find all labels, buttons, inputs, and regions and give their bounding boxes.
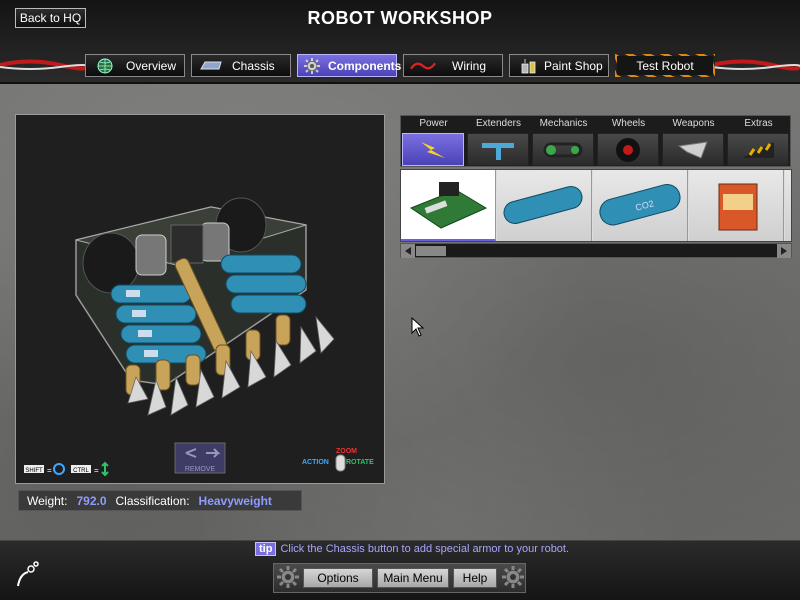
tab-wiring[interactable]: Wiring: [403, 54, 503, 77]
tip-bar: tip Click the Chassis button to add spec…: [255, 541, 569, 557]
cable-left-decoration: [0, 59, 90, 71]
category-weapons[interactable]: Weapons: [661, 116, 726, 168]
item-circuit-board[interactable]: [401, 170, 496, 241]
robot-model[interactable]: SHIFT = CTRL = REMOVE ZOOM ACTION ROTATE: [16, 115, 384, 483]
page-title: ROBOT WORKSHOP: [307, 8, 493, 28]
main-menu-button[interactable]: Main Menu: [377, 568, 449, 588]
ctrl-key-label: CTRL: [73, 468, 89, 474]
item-co2-tank[interactable]: CO2: [593, 170, 688, 241]
right-gear-icon: [502, 566, 524, 588]
globe-icon: [92, 56, 118, 75]
zoom-label: ZOOM: [336, 448, 357, 455]
tip-text: Click the Chassis button to add special …: [280, 543, 570, 555]
help-button[interactable]: Help: [453, 568, 497, 588]
category-wheels[interactable]: Wheels: [596, 116, 661, 168]
chain-icon: [543, 142, 583, 157]
tab-overview[interactable]: Overview: [85, 54, 185, 77]
rotate-label: ROTATE: [346, 459, 374, 466]
classification-label: Classification:: [115, 493, 190, 508]
shift-equals: =: [47, 466, 52, 475]
test-robot-label: Test Robot: [636, 58, 694, 73]
left-gear-icon: [277, 566, 299, 588]
wheel-icon: [616, 137, 640, 162]
category-extras-label: Extras: [744, 118, 773, 129]
category-mechanics[interactable]: Mechanics: [531, 116, 596, 168]
tab-overview-label: Overview: [126, 58, 177, 73]
category-extenders[interactable]: Extenders: [466, 116, 531, 168]
item-battery-tank[interactable]: [497, 170, 592, 241]
tip-badge: tip: [255, 542, 277, 556]
mouse-cursor-icon: [411, 317, 425, 337]
remove-label: REMOVE: [185, 466, 216, 473]
shift-key-label: SHIFT: [25, 468, 43, 474]
category-extras[interactable]: Extras: [726, 116, 791, 168]
tab-chassis[interactable]: Chassis: [191, 54, 291, 77]
item-list-scrollbar[interactable]: [400, 243, 792, 258]
tab-components-label: Components: [328, 58, 402, 73]
robot-stats-bar: Weight: 792.0 Classification: Heavyweigh…: [18, 490, 302, 511]
category-mechanics-label: Mechanics: [539, 118, 588, 129]
ctrl-equals: =: [94, 466, 99, 475]
category-power[interactable]: Power: [401, 116, 466, 168]
scroll-thumb[interactable]: [416, 246, 446, 256]
tab-components[interactable]: Components: [297, 54, 401, 77]
tab-paint-shop[interactable]: Paint Shop: [509, 54, 609, 77]
action-label: ACTION: [302, 459, 329, 466]
category-weapons-label: Weapons: [672, 118, 715, 129]
rotate-arrow-icon: [53, 463, 65, 475]
wire-icon: [410, 56, 436, 75]
weight-label: Weight:: [27, 493, 68, 508]
cable-right-decoration: [712, 59, 800, 71]
category-power-label: Power: [419, 118, 448, 129]
category-wheels-label: Wheels: [611, 118, 646, 129]
vertical-move-icon: [101, 461, 109, 477]
classification-value: Heavyweight: [198, 493, 272, 508]
nitro-box-thumbnail: [718, 183, 758, 231]
component-item-list: CO2: [400, 169, 792, 242]
mouse-hint-icon: [17, 561, 39, 587]
tab-chassis-label: Chassis: [232, 58, 275, 73]
options-button[interactable]: Options: [303, 568, 373, 588]
weight-value: 792.0: [76, 493, 107, 508]
robot-3d-viewport[interactable]: SHIFT = CTRL = REMOVE ZOOM ACTION ROTATE: [15, 114, 385, 484]
blade-icon: [677, 140, 708, 159]
remove-button[interactable]: REMOVE: [174, 442, 226, 474]
test-robot-button[interactable]: Test Robot: [615, 54, 715, 77]
hazard-ramp-icon: [742, 141, 774, 158]
category-extenders-label: Extenders: [475, 118, 522, 129]
co2-tank-thumbnail: CO2: [599, 183, 681, 226]
lightning-icon: [421, 141, 445, 158]
tab-paint-shop-label: Paint Shop: [544, 58, 603, 73]
circuit-board-thumbnail: [409, 182, 488, 229]
battery-tank-thumbnail: [503, 185, 583, 225]
extender-icon: [482, 142, 514, 160]
chassis-icon: [198, 56, 224, 75]
gear-icon: [304, 56, 320, 75]
tab-wiring-label: Wiring: [452, 58, 487, 73]
component-category-bar: Power Extenders Mechanics Wheels Weapons…: [400, 115, 791, 167]
item-nitro-box[interactable]: [689, 170, 784, 241]
paint-can-icon: [516, 56, 542, 75]
mouse-icon: [335, 454, 346, 472]
item-partial[interactable]: [785, 170, 791, 241]
